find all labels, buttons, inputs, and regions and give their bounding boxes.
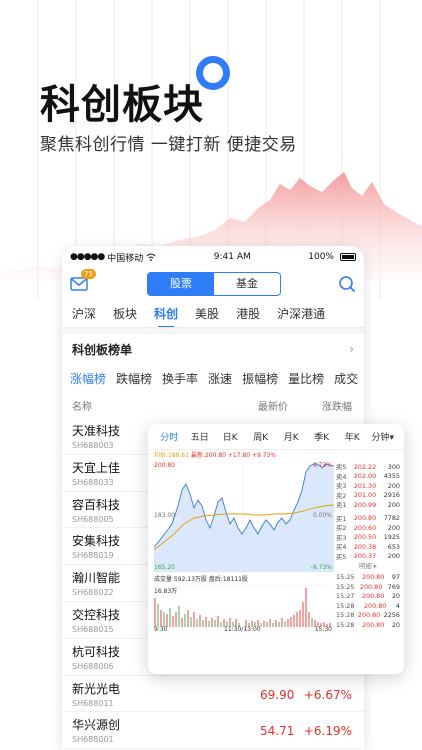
wifi-icon (146, 253, 156, 261)
tick-row: 15:25 200.80 97 (336, 573, 400, 581)
detail-link[interactable]: 明细 ▸ (336, 561, 400, 571)
rank-tab-speed[interactable]: 涨速 (208, 370, 232, 387)
hero-subtitle: 聚焦科创行情 一键打新 便捷交易 (40, 135, 297, 155)
ask-row: 卖2 201.00 2916 (336, 491, 400, 500)
segment-control: 股票 基金 (147, 272, 281, 296)
avg-price-text: 均价:188.61 (154, 452, 190, 459)
column-header: 名称 最新价 涨跌幅 (62, 392, 364, 418)
col-name: 名称 (72, 401, 92, 413)
rank-tab-amplitude[interactable]: 振幅榜 (242, 370, 278, 387)
bid-row: 买3 200.50 1925 (336, 533, 400, 542)
trade-ticks: 15:25 200.80 97 15:25 200.80 769 15:27 200.80… (336, 573, 400, 630)
rank-tab-deals[interactable]: 成交 (334, 370, 358, 387)
bid-row: 买1 200.80 7782 (336, 514, 400, 523)
order-book: 卖5 202.22 300 卖4 202.00 4355 卖3 201.30 200 卖2 2… (336, 462, 400, 630)
tab-minute[interactable]: 分钟▾ (368, 430, 399, 443)
bid-row: 买4 200.38 653 (336, 542, 400, 552)
battery-percent: 100% (308, 252, 334, 262)
hero-title: 科创板块 (40, 82, 204, 128)
tick-row: 15:25 200.80 769 (336, 582, 400, 591)
tick-row: 15:27 200.80 20 (336, 592, 400, 600)
time-end-label: 15:30 (314, 626, 332, 633)
tab-kechuang[interactable]: 科创 (154, 305, 178, 327)
rank-tab-gainers[interactable]: 涨幅榜 (70, 370, 106, 387)
price-high-label: 200.80 (154, 462, 175, 469)
intraday-chart[interactable]: 200.80 9.73% 183.00 0.00% 165.20 -9.73% … (151, 461, 335, 633)
segment-stock[interactable]: 股票 (148, 273, 214, 295)
stock-price: 54.71 (260, 724, 295, 739)
market-tabs: 沪深 板块 科创 美股 港股 沪深港通 (62, 300, 364, 328)
pct-high-label: 9.73% (312, 462, 332, 469)
stock-price: 69.90 (260, 687, 295, 702)
table-row[interactable]: 华兴源创 SH688001 54.71 +6.19% (62, 712, 364, 750)
tick-row: 15:28 200.80 20 (336, 620, 400, 629)
list-title: 科创板榜单 (72, 342, 133, 357)
ask-row: 卖4 202.00 4355 (336, 472, 400, 481)
status-bar: ●●●●● 中国移动 9:41 AM 100% (62, 246, 364, 268)
rank-tab-volume-ratio[interactable]: 量比榜 (288, 370, 324, 387)
carrier: 中国移动 (107, 253, 144, 264)
tab-monthly-k[interactable]: 月K (276, 430, 307, 443)
pct-low-label: -9.73% (310, 564, 332, 571)
latest-price-text: 最新:200.80 +17.80 +9.73% (190, 452, 277, 459)
chevron-right-icon: › (349, 342, 354, 356)
time-mid-label: 11:30/13:00 (224, 626, 261, 633)
price-mid-label: 183.00 (154, 512, 175, 519)
intraday-panel: 分时 五日 日K 周K 月K 季K 年K 分钟▾ 均价:188.61 最新:20… (148, 424, 404, 674)
rank-tab-losers[interactable]: 跌幅榜 (116, 370, 152, 387)
notification-badge: 75 (81, 269, 96, 279)
bid-row: 买2 200.60 200 (336, 523, 400, 533)
price-low-label: 165.20 (154, 564, 175, 571)
tab-ganggu[interactable]: 港股 (236, 305, 260, 322)
status-time: 9:41 AM (213, 252, 251, 262)
ask-row: 卖1 200.99 200 (336, 500, 400, 510)
tab-five-day[interactable]: 五日 (185, 430, 216, 443)
rank-tabs: 涨幅榜 跌幅榜 换手率 涨速 振幅榜 量比榜 成交 (62, 364, 364, 392)
tab-intraday[interactable]: 分时 (154, 430, 185, 443)
mail-icon (70, 277, 88, 291)
tick-row: 15:28 200.80 2256 (336, 611, 400, 619)
ring-decoration (196, 56, 230, 90)
intraday-chart-svg (151, 461, 335, 627)
price-info-line: 均价:188.61 最新:200.80 +17.80 +9.73% (148, 450, 404, 462)
tab-daily-k[interactable]: 日K (215, 430, 246, 443)
volume-max-label: 16.83万 (154, 588, 178, 595)
table-row[interactable]: 新光光电 SH688011 69.90 +6.67% (62, 676, 364, 713)
volume-bars (154, 588, 331, 627)
volume-label: 成交量 592.13万股 盘后:18111股 (154, 576, 248, 583)
tab-weekly-k[interactable]: 周K (246, 430, 277, 443)
signal-icon: ●●●●● (70, 252, 105, 262)
top-toolbar: 75 股票 基金 (62, 268, 364, 300)
segment-fund[interactable]: 基金 (214, 273, 280, 295)
col-price[interactable]: 最新价 (258, 398, 288, 413)
stock-change: +6.19% (303, 724, 352, 739)
list-header[interactable]: 科创板榜单 › (62, 334, 364, 364)
battery-icon (339, 253, 356, 261)
stock-change: +6.67% (303, 687, 352, 702)
rank-tab-turnover[interactable]: 换手率 (162, 370, 198, 387)
col-change[interactable]: 涨跌幅 (322, 398, 352, 413)
bid-row: 买5 200.37 200 (336, 552, 400, 561)
ask-row: 卖5 202.22 300 (336, 462, 400, 472)
tick-row: 15:28 200.80 4 (336, 601, 400, 610)
tab-yearly-k[interactable]: 年K (337, 430, 368, 443)
tab-hushengangtong[interactable]: 沪深港通 (277, 305, 325, 322)
tab-hushen[interactable]: 沪深 (72, 305, 96, 322)
mail-button[interactable]: 75 (70, 269, 96, 292)
chart-period-tabs: 分时 五日 日K 周K 月K 季K 年K 分钟▾ (148, 424, 404, 450)
ask-row: 卖3 201.30 200 (336, 481, 400, 491)
time-start-label: 9:30 (154, 626, 168, 633)
tab-quarterly-k[interactable]: 季K (307, 430, 338, 443)
pct-mid-label: 0.00% (312, 512, 332, 519)
tab-bankuai[interactable]: 板块 (113, 305, 137, 322)
tab-meigu[interactable]: 美股 (195, 305, 219, 322)
search-icon[interactable] (338, 275, 356, 293)
